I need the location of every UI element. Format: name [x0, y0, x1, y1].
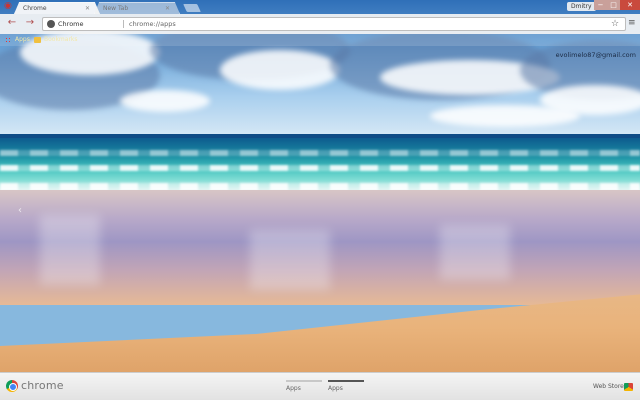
- reflection: [250, 230, 330, 290]
- new-tab-button[interactable]: [183, 4, 201, 12]
- address-bar[interactable]: Chrome chrome://apps ☆: [42, 17, 626, 31]
- forward-arrow-icon[interactable]: →: [24, 17, 36, 29]
- star-icon[interactable]: ☆: [611, 18, 619, 30]
- wave-foam: [0, 150, 640, 156]
- cloud: [220, 50, 340, 90]
- tab-chrome[interactable]: Chrome ✕: [14, 2, 100, 14]
- tab-label: New Tab: [103, 5, 129, 12]
- browser-toolbar: ← → Chrome chrome://apps ☆ ≡: [0, 14, 640, 34]
- site-info-icon[interactable]: [47, 20, 55, 28]
- back-arrow-icon[interactable]: ←: [6, 17, 18, 29]
- chrome-wordmark: chrome: [21, 379, 64, 392]
- chrome-logo-icon: [6, 380, 18, 392]
- chrome-app-icon[interactable]: ◉: [4, 1, 16, 12]
- bookmarks-bar: Apps Bookmarks: [0, 34, 640, 46]
- cloud: [120, 90, 210, 112]
- minimize-button[interactable]: −: [594, 0, 607, 10]
- page-switcher-apps-1[interactable]: Apps: [286, 377, 322, 397]
- bottom-bar: chrome Apps Apps Web Store: [0, 372, 640, 400]
- page-label: Apps: [328, 385, 343, 392]
- chevron-left-icon[interactable]: ‹: [18, 205, 22, 216]
- reflection: [40, 215, 100, 285]
- page-label: Apps: [286, 385, 301, 392]
- tab-new-tab[interactable]: New Tab ✕: [94, 2, 180, 14]
- tab-label: Chrome: [23, 5, 47, 12]
- profile-button[interactable]: Dmitry: [567, 2, 596, 11]
- bookmark-bookmarks[interactable]: Bookmarks: [44, 34, 78, 46]
- hamburger-menu-icon[interactable]: ≡: [628, 17, 636, 29]
- web-store-icon[interactable]: [624, 383, 633, 391]
- reflection: [440, 225, 510, 280]
- site-chip: Chrome: [58, 20, 84, 28]
- background-wallpaper: [0, 0, 640, 400]
- wave-foam: [0, 165, 640, 171]
- maximize-button[interactable]: □: [607, 0, 620, 10]
- page-switcher-apps-2[interactable]: Apps: [328, 377, 364, 397]
- page-indicator: [286, 380, 322, 382]
- divider: [123, 20, 124, 28]
- url-text[interactable]: chrome://apps: [129, 18, 176, 30]
- cloud: [430, 105, 580, 127]
- close-window-button[interactable]: ✕: [620, 0, 640, 10]
- tab-strip: ◉ Chrome ✕ New Tab ✕ Dmitry − □ ✕: [0, 0, 640, 14]
- web-store-link[interactable]: Web Store: [593, 382, 624, 392]
- account-email[interactable]: evolimelo87@gmail.com: [556, 51, 636, 59]
- page-indicator: [328, 380, 364, 382]
- folder-icon[interactable]: [34, 37, 41, 43]
- apps-grid-icon[interactable]: [5, 37, 12, 44]
- bookmark-apps[interactable]: Apps: [15, 34, 30, 46]
